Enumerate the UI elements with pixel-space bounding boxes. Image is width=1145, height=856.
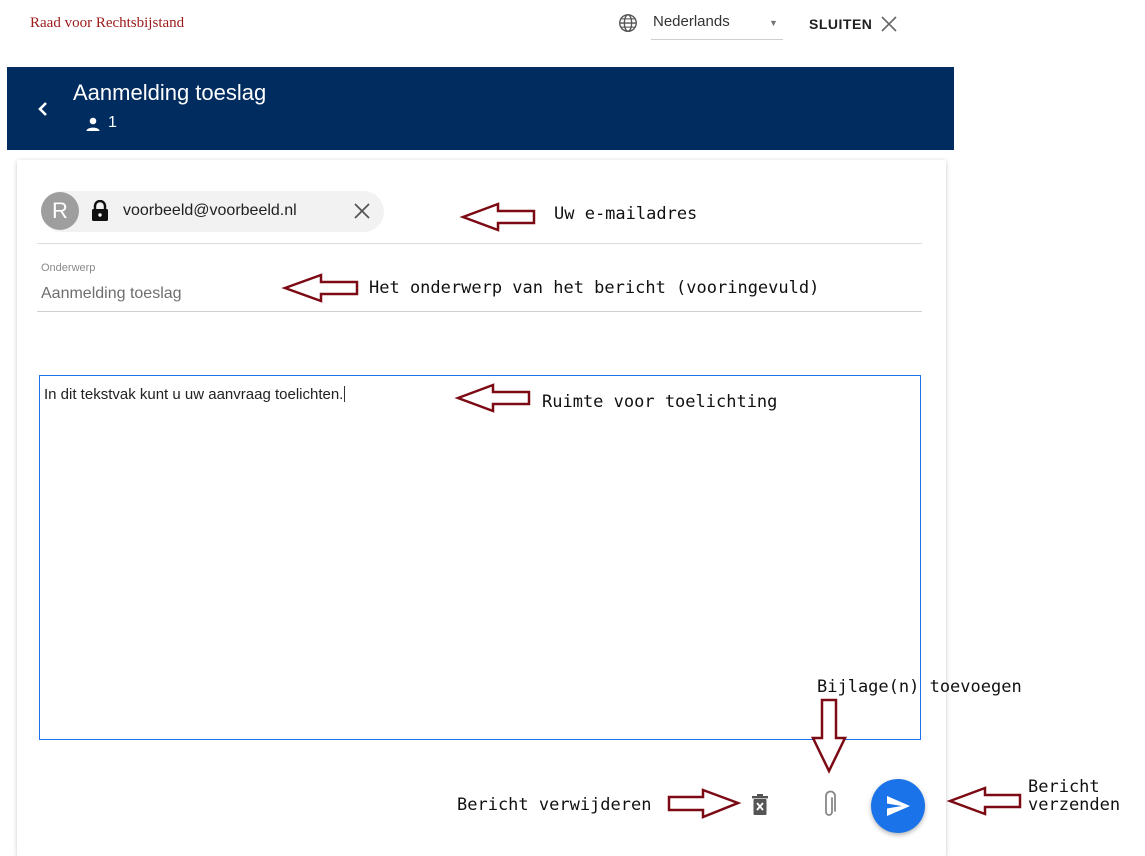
divider	[37, 243, 922, 244]
brand-logo: Raad voor Rechtsbijstand	[30, 15, 185, 31]
globe-icon	[619, 14, 637, 32]
subject-underline	[37, 311, 922, 312]
subject-label: Onderwerp	[41, 262, 96, 274]
text-cursor	[344, 386, 346, 402]
annotation-subject: Het onderwerp van het bericht (vooringev…	[369, 278, 820, 298]
close-icon[interactable]	[353, 202, 371, 220]
person-icon	[86, 117, 100, 131]
annotation-attach: Bijlage(n) toevoegen	[817, 677, 1022, 697]
arrow-left-send	[946, 786, 1022, 816]
lock-icon	[92, 200, 108, 221]
recipient-email: voorbeeld@voorbeeld.nl	[123, 202, 297, 219]
annotation-email: Uw e-mailadres	[554, 204, 698, 224]
conversation-header: Aanmelding toeslag 1	[7, 67, 954, 150]
participant-count: 1	[108, 114, 117, 131]
conversation-title: Aanmelding toeslag	[73, 80, 267, 105]
annotation-delete: Bericht verwijderen	[457, 795, 652, 815]
paperclip-icon[interactable]	[819, 790, 839, 820]
recipient-chip[interactable]: R voorbeeld@voorbeeld.nl	[41, 191, 384, 232]
avatar: R	[41, 192, 79, 230]
message-textarea[interactable]: In dit tekstvak kunt u uw aanvraag toeli…	[39, 375, 921, 740]
close-button-label: SLUITEN	[809, 16, 873, 32]
send-icon	[887, 796, 910, 816]
subject-input[interactable]: Aanmelding toeslag	[41, 285, 182, 303]
message-text: In dit tekstvak kunt u uw aanvraag toeli…	[44, 386, 344, 403]
trash-icon[interactable]	[750, 793, 770, 817]
send-button[interactable]	[871, 779, 925, 833]
annotation-send-line2: verzenden	[1028, 795, 1121, 815]
language-select[interactable]: Nederlands ▼	[651, 8, 783, 40]
chevron-left-icon[interactable]	[33, 99, 53, 119]
caret-down-icon: ▼	[769, 18, 778, 28]
annotation-send-line1: Bericht	[1028, 777, 1100, 797]
annotation-body: Ruimte voor toelichting	[542, 392, 778, 412]
close-icon	[881, 16, 897, 32]
close-button[interactable]: SLUITEN	[809, 10, 898, 38]
language-select-value: Nederlands	[653, 13, 730, 30]
